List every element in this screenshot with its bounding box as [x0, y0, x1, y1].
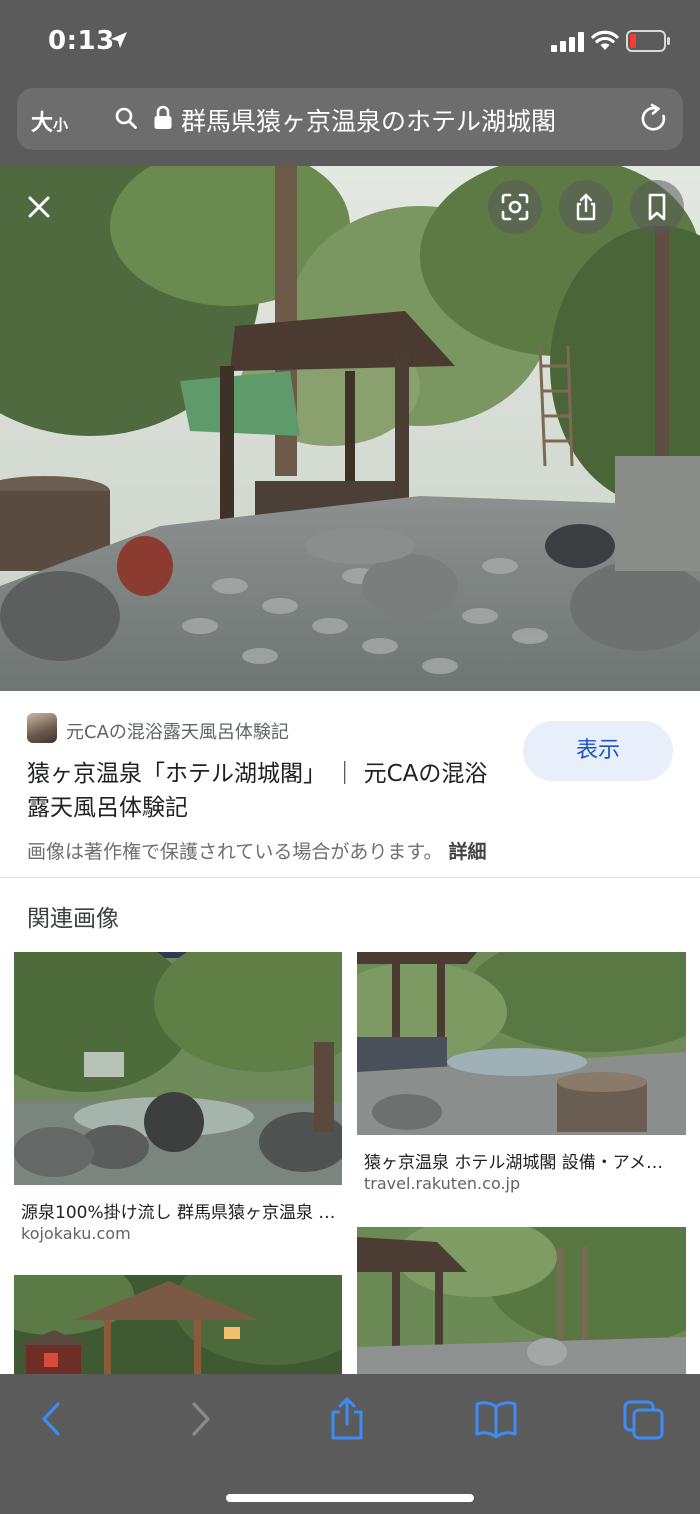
related-image-1[interactable]	[14, 952, 342, 1185]
wifi-icon	[591, 30, 619, 50]
related-photo-2	[357, 952, 686, 1135]
status-time: 0:13	[48, 26, 115, 56]
related-image-3[interactable]	[14, 1275, 342, 1375]
browser-chrome: 0:13 大小 群馬県猿ヶ京温泉のホテル湖城閣	[0, 0, 700, 166]
source-name[interactable]: 元CAの混浴露天風呂体験記	[66, 718, 289, 744]
source-avatar	[27, 713, 57, 743]
related-caption-2[interactable]: 猿ヶ京温泉 ホテル湖城閣 設備・アメ…	[364, 1148, 682, 1173]
back-icon[interactable]	[36, 1396, 66, 1442]
related-photo-4	[357, 1227, 686, 1375]
search-icon	[115, 107, 137, 129]
related-photo-3	[14, 1275, 342, 1375]
share-icon	[576, 193, 596, 221]
bottom-toolbar	[0, 1374, 700, 1514]
related-images-heading: 関連画像	[27, 906, 119, 932]
cellular-signal-icon	[551, 32, 584, 52]
address-bar[interactable]: 大小 群馬県猿ヶ京温泉のホテル湖城閣	[17, 88, 683, 150]
share-image-button[interactable]	[559, 180, 613, 234]
share-icon[interactable]	[328, 1396, 366, 1442]
related-image-2[interactable]	[357, 952, 686, 1135]
show-button[interactable]: 表示	[523, 721, 673, 781]
forward-icon[interactable]	[186, 1396, 216, 1442]
related-image-4[interactable]	[357, 1227, 686, 1375]
bookmarks-icon[interactable]	[474, 1396, 518, 1442]
url-text: 群馬県猿ヶ京温泉のホテル湖城閣	[181, 107, 557, 136]
bookmark-icon	[648, 193, 666, 221]
home-indicator[interactable]	[226, 1494, 474, 1502]
related-caption-1[interactable]: 源泉100%掛け流し 群馬県猿ヶ京温泉 …	[21, 1198, 337, 1223]
result-title[interactable]: 猿ヶ京温泉「ホテル湖城閣」 ｜ 元CAの混浴露天風呂体験記	[27, 757, 497, 825]
text-size-big-label: 大	[31, 111, 54, 136]
close-icon[interactable]	[18, 186, 60, 228]
text-size-button[interactable]: 大小	[31, 105, 68, 137]
related-domain-1: kojokaku.com	[21, 1224, 131, 1243]
copyright-text: 画像は著作権で保護されている場合があります。	[27, 841, 443, 863]
related-photo-1	[14, 952, 342, 1185]
battery-icon	[626, 30, 670, 52]
detail-link[interactable]: 詳細	[449, 841, 487, 863]
lens-button[interactable]	[488, 180, 542, 234]
text-size-small-label: 小	[53, 116, 69, 134]
lock-icon	[154, 105, 172, 129]
location-arrow-icon	[111, 32, 127, 48]
lens-icon	[501, 193, 529, 221]
reload-icon[interactable]	[639, 103, 669, 135]
result-info: 元CAの混浴露天風呂体験記 猿ヶ京温泉「ホテル湖城閣」 ｜ 元CAの混浴露天風呂…	[0, 691, 700, 877]
status-bar: 0:13	[0, 0, 700, 80]
related-domain-2: travel.rakuten.co.jp	[364, 1174, 521, 1193]
section-divider	[0, 877, 700, 878]
bookmark-button[interactable]	[630, 180, 684, 234]
outdoor-bath-photo	[0, 166, 700, 691]
tabs-icon[interactable]	[622, 1396, 666, 1442]
main-image[interactable]	[0, 166, 700, 691]
copyright-notice: 画像は著作権で保護されている場合があります。 詳細	[27, 837, 487, 864]
